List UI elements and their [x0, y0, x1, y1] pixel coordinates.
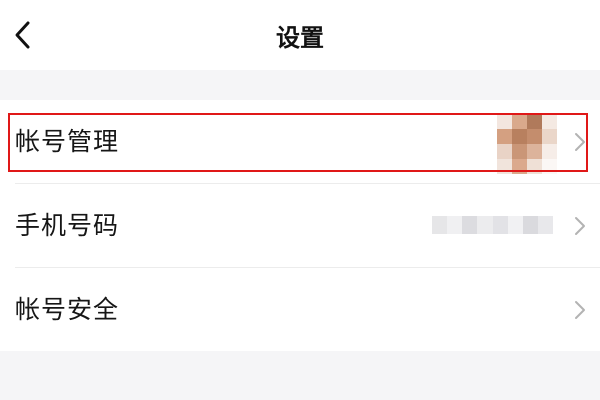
row-label: 帐号管理	[15, 127, 120, 156]
section-separator-bottom	[0, 351, 600, 400]
phone-blur-pixel	[537, 216, 553, 234]
row-label: 帐号安全	[15, 295, 120, 324]
avatar-pixel	[512, 114, 527, 129]
avatar-pixel	[497, 159, 512, 174]
phone-blur-pixel	[462, 216, 478, 234]
phone-blur-pixel	[447, 216, 463, 234]
avatar-pixel	[542, 129, 557, 144]
avatar-pixel	[497, 144, 512, 159]
avatar-pixel	[527, 159, 542, 174]
settings-row-account-security[interactable]: 帐号安全	[0, 268, 600, 351]
avatar-pixel	[542, 114, 557, 129]
avatar-pixel	[527, 144, 542, 159]
avatar-pixel	[542, 144, 557, 159]
navigation-bar: 设置	[0, 0, 600, 70]
avatar-pixel	[527, 129, 542, 144]
phone-blur-pixel	[477, 216, 493, 234]
chevron-right-icon	[575, 301, 585, 319]
phone-blur-pixel	[522, 216, 538, 234]
avatar-pixel	[497, 114, 512, 129]
phone-number-blurred	[432, 216, 553, 234]
phone-blur-pixel	[492, 216, 508, 234]
avatar-pixel	[497, 129, 512, 144]
page-title: 设置	[276, 24, 324, 52]
row-label: 手机号码	[15, 211, 120, 240]
avatar-pixel	[512, 129, 527, 144]
avatar-pixel	[527, 114, 542, 129]
phone-blur-pixel	[507, 216, 523, 234]
chevron-right-icon	[575, 133, 585, 151]
section-separator-top	[0, 70, 600, 100]
avatar-pixel	[512, 144, 527, 159]
phone-blur-pixel	[432, 216, 448, 234]
avatar-pixel	[542, 159, 557, 174]
avatar	[497, 114, 557, 174]
chevron-right-icon	[575, 217, 585, 235]
avatar-pixel	[512, 159, 527, 174]
